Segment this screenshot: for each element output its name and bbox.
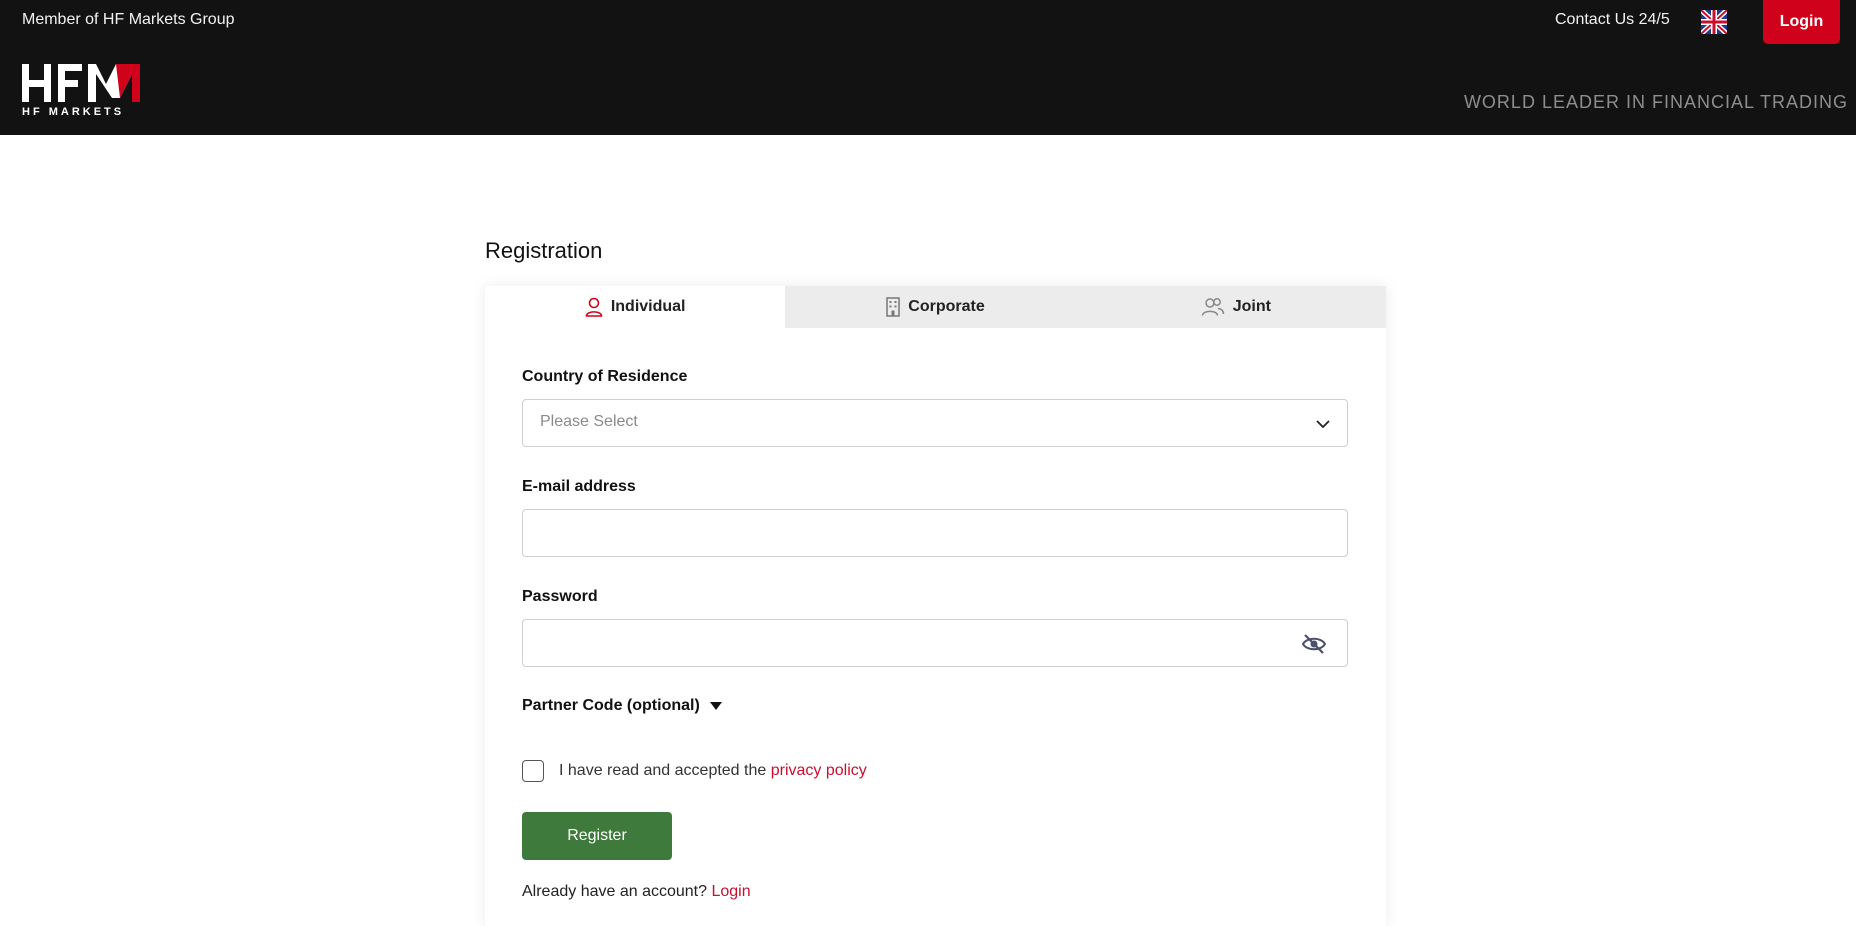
account-type-tabs: Individual Corporate Joint: [485, 286, 1386, 328]
chevron-down-icon: [1316, 420, 1330, 429]
caret-down-icon: [709, 702, 722, 710]
tab-joint[interactable]: Joint: [1085, 286, 1386, 328]
country-select[interactable]: Please Select: [522, 399, 1348, 447]
register-button[interactable]: Register: [522, 812, 672, 860]
member-text: Member of HF Markets Group: [22, 11, 235, 28]
tab-label: Corporate: [908, 298, 985, 315]
eye-off-icon[interactable]: [1301, 632, 1327, 656]
email-field[interactable]: [522, 509, 1348, 557]
page-title: Registration: [485, 238, 603, 263]
user-icon: [585, 297, 603, 317]
partner-code-label: Partner Code (optional): [522, 697, 700, 714]
top-header: Member of HF Markets Group Contact Us 24…: [0, 0, 1856, 135]
partner-code-toggle[interactable]: Partner Code (optional): [522, 697, 722, 715]
privacy-policy-link[interactable]: privacy policy: [771, 762, 867, 779]
logo-subtitle: HF MARKETS: [22, 106, 125, 118]
contact-link[interactable]: Contact Us 24/5: [1555, 11, 1670, 29]
privacy-checkbox[interactable]: [522, 760, 544, 782]
tab-label: Individual: [610, 298, 686, 315]
tab-label: Joint: [1232, 298, 1271, 315]
email-label: E-mail address: [522, 478, 636, 495]
country-label: Country of Residence: [522, 368, 688, 385]
password-field[interactable]: [522, 619, 1348, 667]
login-link[interactable]: Login: [711, 883, 750, 900]
building-icon: [886, 297, 901, 317]
already-account-text: Already have an account? Login: [522, 883, 751, 901]
password-label: Password: [522, 588, 598, 605]
registration-card: Individual Corporate Joint Country of Re…: [485, 286, 1386, 926]
privacy-text: I have read and accepted the privacy pol…: [559, 762, 867, 780]
tab-individual[interactable]: Individual: [485, 286, 786, 328]
country-placeholder: Please Select: [540, 413, 638, 430]
tagline: WORLD LEADER IN FINANCIAL TRADING: [1463, 92, 1848, 112]
users-icon: [1201, 298, 1224, 316]
login-button[interactable]: Login: [1763, 0, 1840, 44]
already-prefix: Already have an account?: [522, 883, 712, 900]
uk-flag-icon[interactable]: [1699, 8, 1729, 36]
tab-corporate[interactable]: Corporate: [785, 286, 1086, 328]
privacy-prefix: I have read and accepted the: [559, 762, 771, 779]
